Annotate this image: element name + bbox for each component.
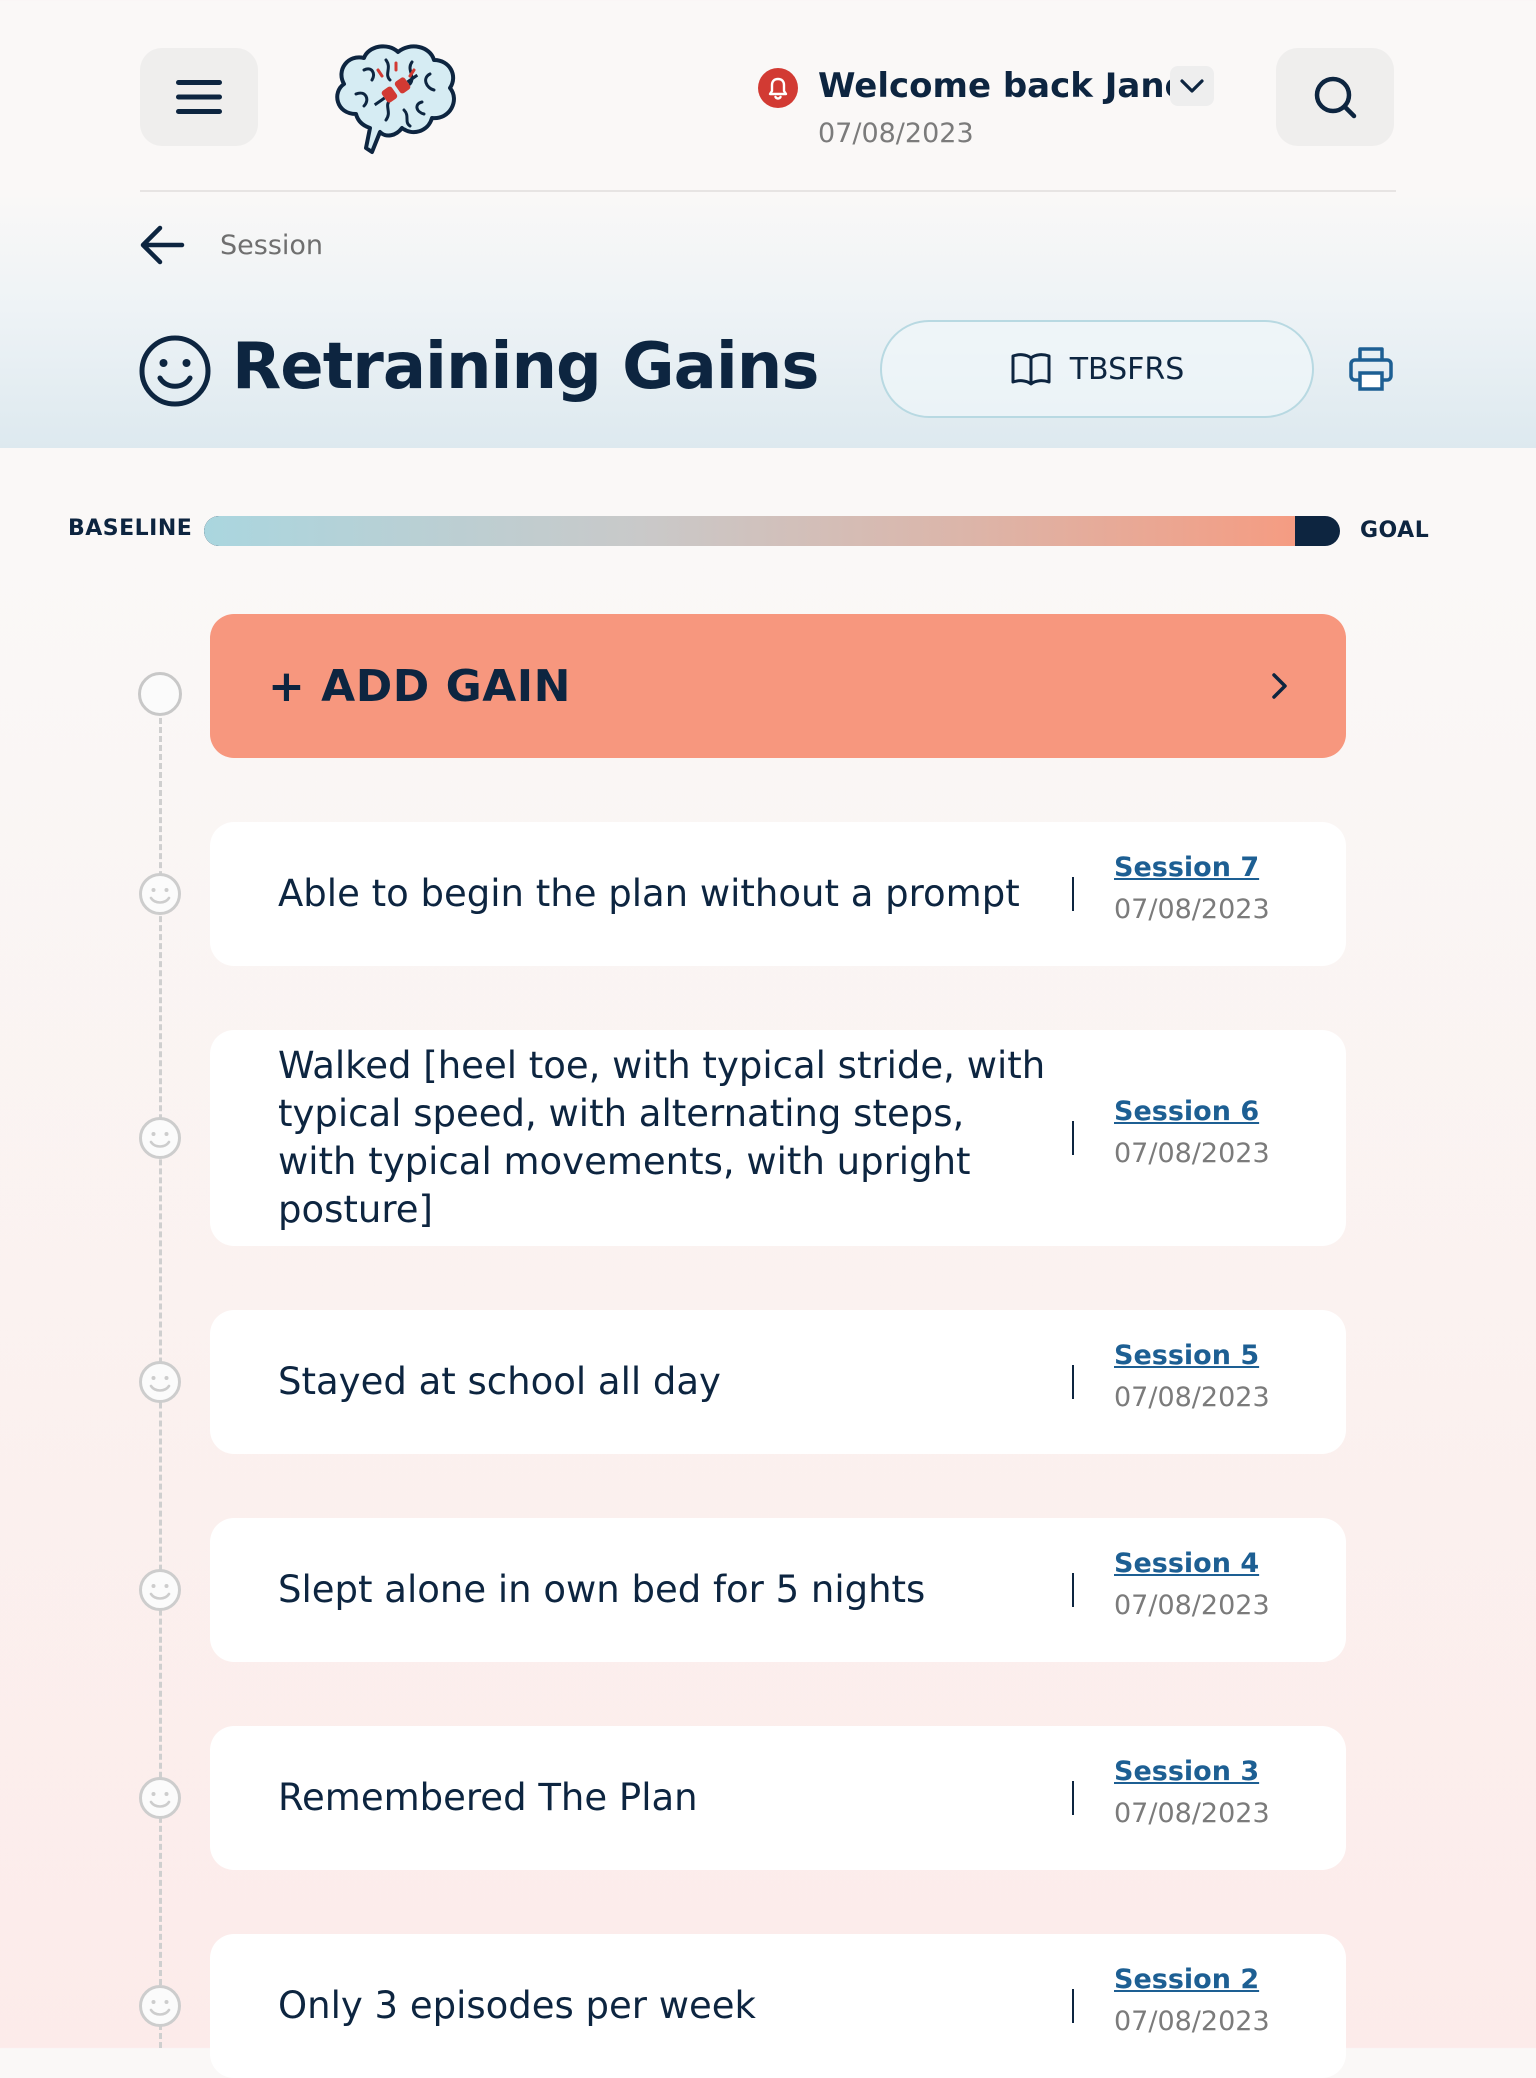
tbsfrs-label: TBSFRS — [1069, 351, 1185, 387]
printer-icon[interactable] — [1346, 344, 1396, 394]
gain-separator — [1072, 1989, 1074, 2023]
search-button[interactable] — [1276, 48, 1394, 146]
top-bar: Welcome back Jane 07/08/2023 — [0, 0, 1536, 192]
bell-icon[interactable] — [758, 68, 798, 108]
gain-date: 07/08/2023 — [1114, 894, 1270, 925]
back-arrow-icon[interactable] — [138, 220, 188, 270]
menu-button[interactable] — [140, 48, 258, 146]
gain-date: 07/08/2023 — [1114, 1138, 1270, 1169]
gain-text: Stayed at school all day — [278, 1360, 721, 1403]
gain-session-link[interactable]: Session 7 — [1114, 852, 1259, 883]
account-menu-button[interactable] — [1170, 66, 1214, 106]
tbsfrs-button[interactable]: TBSFRS — [880, 320, 1314, 418]
chevron-right-icon — [1272, 673, 1287, 699]
gain-separator — [1072, 877, 1074, 911]
gain-session-link[interactable]: Session 5 — [1114, 1340, 1259, 1371]
timeline-smiley-icon — [139, 1361, 181, 1403]
baseline-label: BASELINE — [68, 516, 193, 541]
gain-text: Slept alone in own bed for 5 nights — [278, 1568, 926, 1611]
add-gain-button[interactable]: + ADD GAIN — [210, 614, 1346, 758]
add-gain-label: + ADD GAIN — [268, 660, 571, 712]
progress-section: BASELINE GOAL — [0, 500, 1536, 560]
gain-text: Remembered The Plan — [278, 1776, 698, 1819]
gain-card[interactable]: Walked [heel toe, with typical stride, w… — [210, 1030, 1346, 1246]
timeline-smiley-icon — [139, 1117, 181, 1159]
chevron-down-icon — [1180, 79, 1204, 93]
goal-label: GOAL — [1360, 518, 1430, 543]
search-icon — [1314, 76, 1357, 119]
gain-date: 07/08/2023 — [1114, 1382, 1270, 1413]
smiley-icon — [139, 335, 211, 407]
gain-text: Only 3 episodes per week — [278, 1984, 756, 2027]
gain-session-link[interactable]: Session 6 — [1114, 1096, 1259, 1127]
gain-card[interactable]: Remembered The Plan Session 3 07/08/2023 — [210, 1726, 1346, 1870]
gain-card[interactable]: Only 3 episodes per week Session 2 07/08/2… — [210, 1934, 1346, 2078]
gain-card[interactable]: Able to begin the plan without a prompt S… — [210, 822, 1346, 966]
progress-fill — [204, 516, 1295, 546]
gain-date: 07/08/2023 — [1114, 1590, 1270, 1621]
brain-logo[interactable] — [326, 40, 462, 156]
page-title: Retraining Gains — [232, 330, 819, 404]
gain-date: 07/08/2023 — [1114, 2006, 1270, 2037]
hamburger-menu-icon — [176, 80, 222, 114]
gain-session-link[interactable]: Session 4 — [1114, 1548, 1259, 1579]
progress-bar — [204, 516, 1340, 546]
gain-session-link[interactable]: Session 2 — [1114, 1964, 1259, 1995]
timeline-smiley-icon — [139, 1777, 181, 1819]
gain-separator — [1072, 1365, 1074, 1399]
gain-card[interactable]: Slept alone in own bed for 5 nights Sessi… — [210, 1518, 1346, 1662]
gain-separator — [1072, 1121, 1074, 1155]
gain-text: Walked [heel toe, with typical stride, w… — [278, 1044, 1046, 1231]
gain-separator — [1072, 1781, 1074, 1815]
timeline-start-node — [138, 672, 182, 716]
gain-text: Able to begin the plan without a prompt — [278, 872, 1020, 915]
welcome-message: Welcome back Jane — [818, 66, 1188, 106]
timeline-smiley-icon — [139, 1569, 181, 1611]
breadcrumb[interactable]: Session — [220, 230, 323, 261]
gain-session-link[interactable]: Session 3 — [1114, 1756, 1259, 1787]
timeline-smiley-icon — [139, 873, 181, 915]
gain-card[interactable]: Stayed at school all day Session 5 07/08/2… — [210, 1310, 1346, 1454]
timeline-smiley-icon — [139, 1985, 181, 2027]
gain-date: 07/08/2023 — [1114, 1798, 1270, 1829]
gain-separator — [1072, 1573, 1074, 1607]
current-date: 07/08/2023 — [818, 118, 974, 149]
open-book-icon — [1011, 353, 1051, 386]
